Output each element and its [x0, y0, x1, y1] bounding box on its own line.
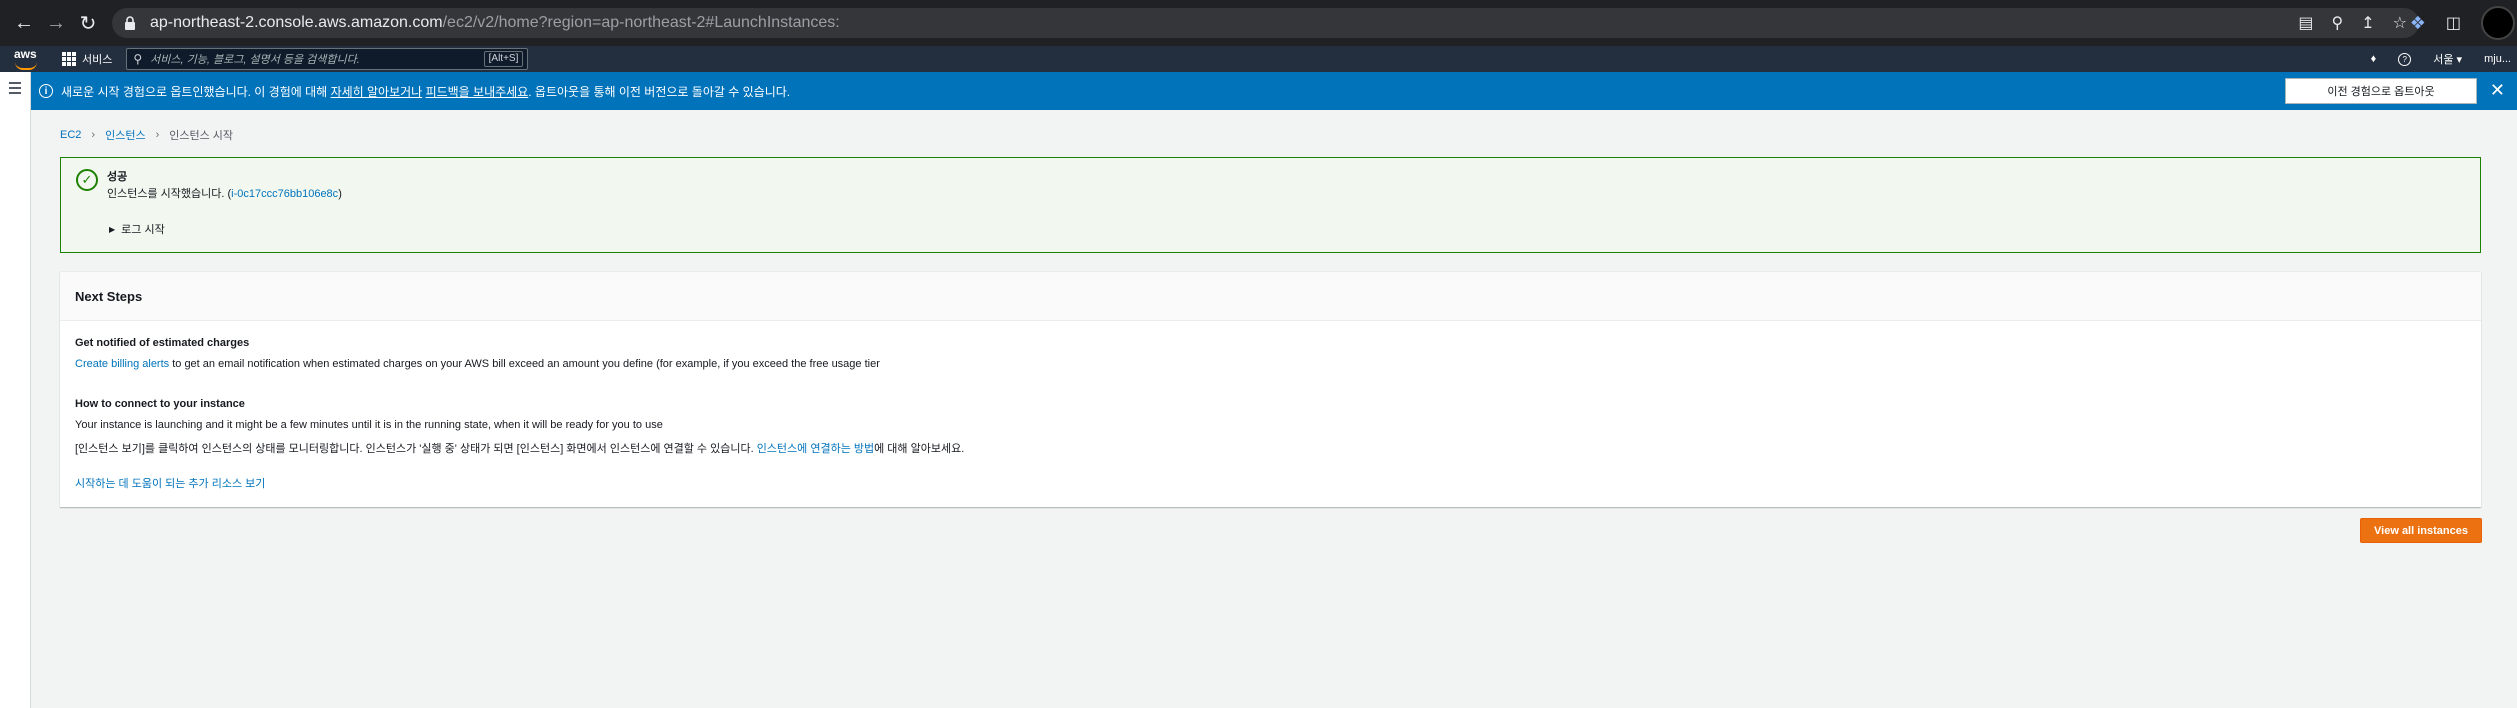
- extension-puzzle-icon[interactable]: ❖: [2410, 13, 2426, 34]
- lock-icon: [124, 15, 140, 31]
- account-menu[interactable]: mju...: [2484, 53, 2511, 65]
- card-header: Next Steps: [60, 272, 2481, 321]
- connect-heading: How to connect to your instance: [75, 398, 245, 410]
- url-text: ap-northeast-2.console.aws.amazon.com/ec…: [150, 14, 840, 32]
- connect-instance-link[interactable]: 인스턴스에 연결하는 방법: [757, 443, 874, 455]
- address-bar-actions: ▤ ⚲ ↥ ☆: [2298, 8, 2407, 38]
- opt-out-button[interactable]: 이전 경험으로 옵트아웃: [2285, 78, 2477, 104]
- aws-smile-icon: [15, 62, 37, 70]
- aws-logo[interactable]: aws: [14, 48, 40, 70]
- billing-heading: Get notified of estimated charges: [75, 337, 250, 349]
- reload-icon[interactable]: ↻: [74, 9, 102, 37]
- url-host: ap-northeast-2.console.aws.amazon.com: [150, 14, 443, 31]
- caret-right-icon: ▶: [109, 224, 116, 234]
- aws-logo-text: aws: [14, 47, 37, 61]
- additional-resources-link[interactable]: 시작하는 데 도움이 되는 추가 리소스 보기: [75, 475, 265, 491]
- help-icon[interactable]: ?: [2398, 52, 2412, 66]
- success-desc-suffix: ): [338, 188, 342, 200]
- profile-avatar[interactable]: [2481, 6, 2515, 40]
- banner-text-1: 새로운 시작 경험으로 옵트인했습니다. 이 경험에 대해: [61, 84, 331, 99]
- success-alert: ✓ 성공 인스턴스를 시작했습니다. (i-0c17ccc76bb106e8c)…: [60, 157, 2481, 253]
- launch-log-label: 로그 시작: [121, 224, 165, 236]
- chevron-right-icon: ›: [155, 129, 160, 141]
- learn-more-link[interactable]: 자세히 알아보거나: [331, 85, 423, 99]
- instance-id-link[interactable]: i-0c17ccc76bb106e8c: [231, 188, 338, 200]
- aws-top-nav: aws 서비스 ⚲ 서비스, 기능, 블로그, 설명서 등을 검색합니다. [A…: [0, 46, 2517, 72]
- feedback-link[interactable]: 피드백을 보내주세요: [426, 85, 529, 99]
- banner-text-3: . 옵트아웃을 통해 이전 버전으로 돌아갈 수 있습니다.: [528, 84, 791, 99]
- search-icon: ⚲: [133, 52, 143, 66]
- success-title: 성공: [107, 171, 128, 183]
- banner-message: 새로운 시작 경험으로 옵트인했습니다. 이 경험에 대해 자세히 알아보거나 …: [61, 83, 790, 100]
- services-label: 서비스: [82, 54, 113, 66]
- success-description: 인스턴스를 시작했습니다. (i-0c17ccc76bb106e8c): [107, 185, 342, 201]
- forward-arrow-icon[interactable]: →: [42, 9, 70, 37]
- sidebar-collapsed: [0, 72, 31, 708]
- info-icon: i: [39, 84, 53, 98]
- address-bar[interactable]: ap-northeast-2.console.aws.amazon.com/ec…: [112, 8, 2419, 38]
- browser-toolbar: ← → ↻ ap-northeast-2.console.aws.amazon.…: [0, 0, 2517, 46]
- aws-nav-right: ♦ ? 서울 ▾ mju...: [2371, 46, 2517, 72]
- share-icon[interactable]: ↥: [2361, 13, 2374, 33]
- search-shortcut: [Alt+S]: [483, 51, 524, 67]
- browser-extensions: ❖ ◫: [2410, 6, 2517, 40]
- sidepanel-icon[interactable]: ◫: [2446, 13, 2461, 33]
- search-placeholder: 서비스, 기능, 블로그, 설명서 등을 검색합니다.: [150, 54, 360, 66]
- launch-log-toggle[interactable]: ▶ 로그 시작: [109, 221, 165, 237]
- monitor-text: [인스턴스 보기]를 클릭하여 인스턴스의 상태를 모니터링합니다. 인스턴스가…: [75, 443, 757, 455]
- notification-bell-icon[interactable]: ♦: [2371, 53, 2377, 65]
- hamburger-menu-icon[interactable]: [9, 82, 21, 97]
- billing-paragraph: Create billing alerts to get an email no…: [75, 358, 880, 370]
- success-desc-prefix: 인스턴스를 시작했습니다. (: [107, 188, 232, 200]
- url-path: /ec2/v2/home?region=ap-northeast-2#Launc…: [442, 14, 840, 31]
- console-search-input[interactable]: ⚲ 서비스, 기능, 블로그, 설명서 등을 검색합니다. [Alt+S]: [126, 48, 529, 70]
- view-all-instances-button[interactable]: View all instances: [2360, 518, 2482, 543]
- monitor-paragraph: [인스턴스 보기]를 클릭하여 인스턴스의 상태를 모니터링합니다. 인스턴스가…: [75, 440, 964, 456]
- billing-text: to get an email notification when estima…: [169, 358, 880, 370]
- close-icon[interactable]: ✕: [2490, 80, 2505, 100]
- zoom-icon[interactable]: ⚲: [2332, 13, 2344, 33]
- breadcrumb-current: 인스턴스 시작: [169, 130, 234, 142]
- chevron-right-icon: ›: [91, 129, 96, 141]
- monitor-suffix: 에 대해 알아보세요.: [874, 443, 965, 455]
- create-billing-alerts-link[interactable]: Create billing alerts: [75, 358, 169, 370]
- breadcrumb-instances[interactable]: 인스턴스: [105, 127, 145, 143]
- next-steps-card: Next Steps Get notified of estimated cha…: [60, 271, 2481, 507]
- success-check-icon: ✓: [76, 169, 98, 191]
- connect-paragraph: Your instance is launching and it might …: [75, 419, 663, 431]
- bookmark-star-icon[interactable]: ☆: [2393, 13, 2407, 33]
- opt-in-banner: i 새로운 시작 경험으로 옵트인했습니다. 이 경험에 대해 자세히 알아보거…: [31, 72, 2517, 110]
- card-title: Next Steps: [75, 289, 143, 304]
- breadcrumb: EC2 › 인스턴스 › 인스턴스 시작: [60, 127, 233, 143]
- translate-icon[interactable]: ▤: [2298, 13, 2313, 33]
- services-grid-icon: [62, 52, 76, 66]
- region-selector[interactable]: 서울 ▾: [2433, 51, 2462, 67]
- back-arrow-icon[interactable]: ←: [10, 9, 38, 37]
- breadcrumb-ec2[interactable]: EC2: [60, 129, 81, 141]
- services-menu[interactable]: 서비스: [62, 51, 112, 67]
